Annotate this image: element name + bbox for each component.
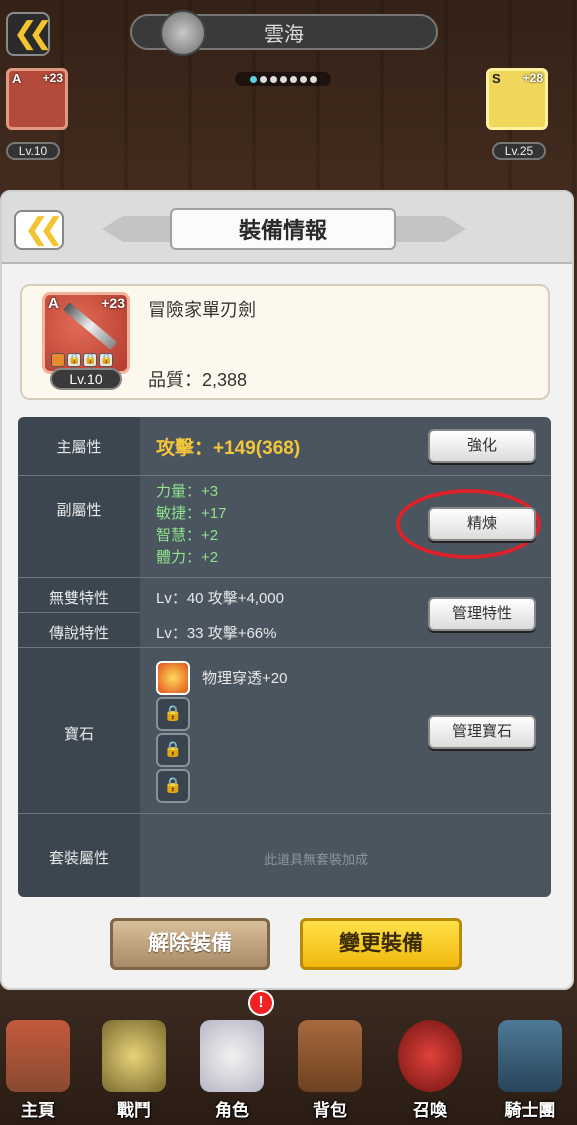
house-icon <box>6 1020 70 1092</box>
crossed-swords-icon <box>102 1020 166 1092</box>
page-dot <box>299 75 307 83</box>
summon-orb-icon <box>398 1020 462 1092</box>
sub-stat-4: 體力：+2 <box>156 549 219 566</box>
nav-character[interactable]: 角色 <box>194 1010 270 1125</box>
row-divider <box>18 647 551 648</box>
unique-trait-label: 無雙特性 <box>48 590 109 607</box>
bottom-nav: 主頁 戰鬥 角色 背包 召喚 騎士團 <box>0 990 577 1125</box>
legend-trait-value: Lv：33 攻擊+66% <box>156 625 277 642</box>
right-slot-level: Lv.25 <box>492 142 546 160</box>
nav-bag[interactable]: 背包 <box>292 1010 368 1125</box>
row-divider <box>18 577 551 578</box>
unequip-button[interactable]: 解除裝備 <box>110 918 270 970</box>
fire-gem-icon[interactable] <box>156 661 190 695</box>
gems-label: 寶石 <box>63 726 94 743</box>
location-emblem-icon <box>160 10 206 56</box>
nav-label: 主頁 <box>21 1101 55 1120</box>
nav-label: 召喚 <box>413 1101 447 1120</box>
nav-summon[interactable]: 召喚 <box>392 1010 468 1125</box>
gem-slot-1-text: 物理穿透+20 <box>202 670 288 687</box>
locked-gem-slot: 🔒 <box>156 697 190 731</box>
gem-slot-indicators: 🔒 🔒 🔒 <box>51 353 113 367</box>
manage-gems-button[interactable]: 管理寶石 <box>428 715 536 749</box>
notification-badge-icon: ! <box>248 990 274 1016</box>
nav-label: 戰鬥 <box>117 1101 151 1120</box>
lock-icon: 🔒 <box>67 353 81 367</box>
sub-stat-1: 力量：+3 <box>156 483 219 500</box>
item-quality: 品質：2,388 <box>148 370 248 390</box>
item-level: Lv.10 <box>50 368 122 390</box>
locked-gem-slot: 🔒 <box>156 769 190 803</box>
item-plus: +23 <box>101 295 125 311</box>
page-dot <box>269 75 277 83</box>
item-icon[interactable]: A +23 🔒 🔒 🔒 <box>42 292 130 374</box>
nav-home[interactable]: 主頁 <box>0 1010 76 1125</box>
panel-header: ❮❮ 裝備情報 <box>2 192 572 264</box>
set-label: 套裝屬性 <box>48 850 109 867</box>
grade-label: S <box>492 71 501 86</box>
left-slot-level: Lv.10 <box>6 142 60 160</box>
page-dot <box>249 75 257 83</box>
double-chevron-left-icon: ❮❮ <box>23 213 64 246</box>
top-back-button[interactable]: ❮❮ <box>6 12 53 56</box>
page-dot <box>279 75 287 83</box>
plus-label: +28 <box>522 71 543 85</box>
enhance-button[interactable]: 強化 <box>428 429 536 463</box>
row-divider <box>18 475 551 476</box>
legend-trait-label: 傳說特性 <box>48 625 109 642</box>
item-summary-card: A +23 🔒 🔒 🔒 Lv.10 冒險家單刃劍 品質：2,388 <box>20 284 550 400</box>
manage-traits-button[interactable]: 管理特性 <box>428 597 536 631</box>
nav-label: 背包 <box>313 1101 347 1120</box>
panel-back-button[interactable]: ❮❮ <box>14 210 64 250</box>
page-dot <box>309 75 317 83</box>
main-stat-value: 攻擊：+149(368) <box>156 438 301 459</box>
double-chevron-left-icon: ❮❮ <box>12 17 53 50</box>
panel-title: 裝備情報 <box>238 218 327 243</box>
location-title: 雲海 <box>264 23 304 46</box>
locked-gem-slot: 🔒 <box>156 733 190 767</box>
stats-table: 主屬性 攻擊：+149(368) 強化 副屬性 力量：+3 敏捷：+17 智慧：… <box>18 417 551 897</box>
sub-stat-2: 敏捷：+17 <box>156 505 227 522</box>
nav-label: 騎士團 <box>504 1101 556 1120</box>
page-dot <box>289 75 297 83</box>
page-indicator <box>235 72 331 86</box>
grade-label: A <box>12 71 22 86</box>
nav-label: 角色 <box>215 1101 249 1120</box>
castle-icon <box>498 1020 562 1092</box>
nav-guild[interactable]: 騎士團 <box>492 1010 568 1125</box>
unique-trait-value: Lv：40 攻擊+4,000 <box>156 590 284 607</box>
item-name: 冒險家單刃劍 <box>148 300 256 320</box>
gem-indicator-icon <box>51 353 65 367</box>
title-wing-ornament <box>396 216 466 242</box>
stats-label-column <box>18 417 140 897</box>
backpack-icon <box>298 1020 362 1092</box>
plus-label: +23 <box>42 71 63 85</box>
left-equipment-slot[interactable]: A +23 <box>6 68 68 130</box>
nav-battle[interactable]: 戰鬥 <box>96 1010 172 1125</box>
item-grade: A <box>48 295 59 312</box>
title-wing-ornament <box>102 216 172 242</box>
lock-icon: 🔒 <box>99 353 113 367</box>
sub-stat-label: 副屬性 <box>56 502 102 519</box>
row-divider <box>18 813 551 814</box>
right-equipment-slot[interactable]: S +28 <box>486 68 548 130</box>
panel-title-plate: 裝備情報 <box>170 208 396 250</box>
character-portrait-icon <box>200 1020 264 1092</box>
refine-button[interactable]: 精煉 <box>428 507 536 541</box>
page-dot <box>259 75 267 83</box>
lock-icon: 🔒 <box>83 353 97 367</box>
equipment-info-panel: ❮❮ 裝備情報 A +23 🔒 🔒 🔒 Lv.10 冒險家單刃劍 品質：2,38… <box>0 190 574 990</box>
sub-stat-3: 智慧：+2 <box>156 527 219 544</box>
row-divider <box>18 612 140 613</box>
set-note: 此道具無套裝加成 <box>264 852 369 867</box>
change-equipment-button[interactable]: 變更裝備 <box>300 918 462 970</box>
main-stat-label: 主屬性 <box>56 439 102 456</box>
